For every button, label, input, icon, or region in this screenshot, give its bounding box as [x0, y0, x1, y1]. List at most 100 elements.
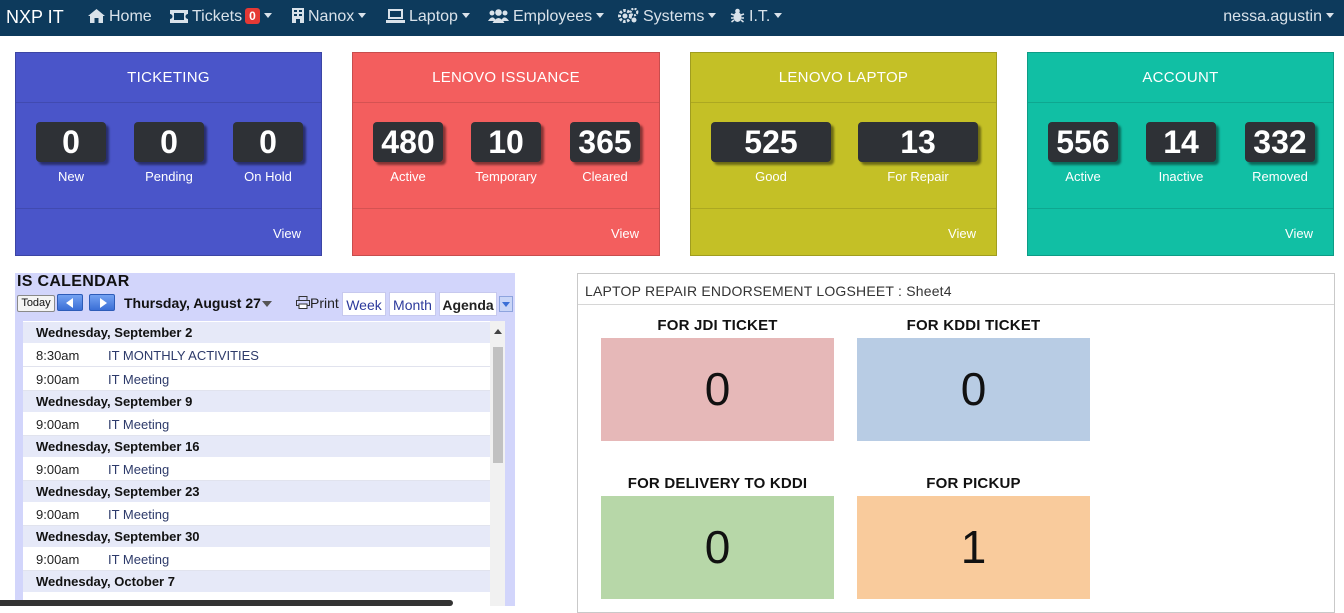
stat-label: Active — [390, 169, 426, 184]
stat-on-hold: 0 On Hold — [233, 122, 303, 184]
view-link[interactable]: View — [611, 226, 639, 241]
print-button[interactable]: Print — [296, 295, 339, 311]
agenda-event[interactable]: 9:00am IT Meeting — [23, 458, 490, 481]
nav-home[interactable]: Home — [88, 8, 152, 28]
panel-stats: 525 Good 13 For Repair — [691, 103, 996, 209]
scroll-up-arrow-icon[interactable] — [494, 329, 502, 334]
nav-systems[interactable]: Systems — [618, 7, 717, 28]
nav-systems-label: Systems — [643, 8, 705, 25]
panel-account: ACCOUNT 556 Active 14 Inactive 332 Remov… — [1027, 52, 1334, 256]
agenda-event[interactable]: 9:00am IT Meeting — [23, 368, 490, 391]
agenda-event[interactable]: 9:00am IT Meeting — [23, 548, 490, 571]
top-navbar: NXP IT Home Tickets 0 Nanox Laptop Employ… — [0, 0, 1344, 36]
event-title[interactable]: IT Meeting — [108, 548, 169, 571]
tickets-count-badge: 0 — [245, 8, 260, 24]
arrow-right-icon — [100, 298, 107, 308]
event-time: 9:00am — [36, 552, 80, 567]
event-title[interactable]: IT Meeting — [108, 503, 169, 526]
view-link[interactable]: View — [948, 226, 976, 241]
box-for-pickup: 1 — [857, 496, 1090, 599]
today-button[interactable]: Today — [17, 295, 55, 312]
event-title[interactable]: IT Meeting — [108, 458, 169, 481]
next-button[interactable] — [89, 294, 115, 311]
stat-value: 14 — [1146, 122, 1216, 162]
box-delivery-kddi: 0 — [601, 496, 834, 599]
nav-employees[interactable]: Employees — [488, 8, 605, 28]
home-icon — [88, 9, 105, 28]
panel-footer: View — [1028, 209, 1333, 257]
tab-week[interactable]: Week — [342, 292, 386, 316]
panel-footer: View — [691, 209, 996, 257]
current-date: Thursday, August 27 — [124, 295, 261, 311]
nav-nanox[interactable]: Nanox — [292, 8, 367, 28]
agenda-day-header: Wednesday, September 30 — [23, 526, 490, 548]
panel-footer: View — [16, 209, 321, 257]
box-label-kddi: FOR KDDI TICKET — [906, 317, 1041, 334]
logsheet-header: LAPTOP REPAIR ENDORSEMENT LOGSHEET : She… — [578, 274, 1334, 305]
nav-tickets[interactable]: Tickets 0 — [170, 8, 272, 28]
printer-icon — [296, 296, 310, 309]
nav-home-label: Home — [109, 8, 152, 25]
stat-value: 0 — [134, 122, 204, 162]
nav-it[interactable]: I.T. — [730, 8, 783, 28]
logsheet-title: LAPTOP REPAIR ENDORSEMENT LOGSHEET : She… — [585, 283, 952, 299]
chevron-down-icon — [596, 13, 605, 18]
brand-logo[interactable]: NXP IT — [6, 7, 64, 28]
agenda-event[interactable]: 9:00am IT Meeting — [23, 413, 490, 436]
box-kddi-ticket: 0 — [857, 338, 1090, 441]
agenda-day-header: Wednesday, October 7 — [23, 571, 490, 593]
nav-laptop[interactable]: Laptop — [386, 8, 470, 28]
view-dropdown-icon[interactable] — [499, 296, 513, 312]
agenda-event[interactable]: 9:00am IT Meeting — [23, 503, 490, 526]
stat-for-repair: 13 For Repair — [858, 122, 978, 184]
event-time: 9:00am — [36, 462, 80, 477]
view-link[interactable]: View — [273, 226, 301, 241]
event-title[interactable]: IT Meeting — [108, 368, 169, 391]
panel-ticketing: TICKETING 0 New 0 Pending 0 On Hold View — [15, 52, 322, 256]
panel-footer: View — [353, 209, 659, 257]
view-link[interactable]: View — [1285, 226, 1313, 241]
prev-button[interactable] — [57, 294, 83, 311]
stat-label: Inactive — [1158, 169, 1204, 184]
user-name: nessa.agustin — [1223, 8, 1322, 25]
date-picker-caret-icon[interactable] — [262, 301, 272, 307]
panel-stats: 480 Active 10 Temporary 365 Cleared — [353, 103, 659, 209]
stat-label: Temporary — [475, 169, 537, 184]
arrow-left-icon — [66, 298, 73, 308]
agenda-day-header: Wednesday, September 9 — [23, 391, 490, 413]
building-icon — [292, 8, 304, 28]
event-time: 8:30am — [36, 348, 80, 363]
bug-icon — [730, 8, 745, 28]
tab-month[interactable]: Month — [389, 292, 436, 316]
stat-label: Pending — [145, 169, 193, 184]
agenda-scrollbar[interactable] — [490, 321, 505, 606]
ticket-icon — [170, 10, 188, 28]
panel-lenovo-issuance: LENOVO ISSUANCE 480 Active 10 Temporary … — [352, 52, 660, 256]
stat-label: On Hold — [244, 169, 292, 184]
nav-tickets-label: Tickets — [192, 8, 243, 25]
stat-inactive: 14 Inactive — [1146, 122, 1216, 184]
stat-value: 13 — [858, 122, 978, 162]
gears-icon — [618, 7, 639, 28]
event-title[interactable]: IT MONTHLY ACTIVITIES — [108, 344, 259, 367]
stat-label: Active — [1065, 169, 1101, 184]
nav-employees-label: Employees — [513, 8, 593, 25]
user-menu[interactable]: nessa.agustin — [1223, 8, 1334, 26]
chevron-down-icon — [263, 13, 272, 18]
agenda-day-header: Wednesday, September 2 — [23, 322, 490, 344]
event-title[interactable]: IT Meeting — [108, 413, 169, 436]
users-icon — [488, 9, 509, 28]
agenda-event[interactable]: 8:30am IT MONTHLY ACTIVITIES — [23, 344, 490, 367]
event-time: 9:00am — [36, 507, 80, 522]
chevron-down-icon — [708, 13, 717, 18]
box-label-delivery: FOR DELIVERY TO KDDI — [627, 475, 808, 492]
horizontal-scrollbar[interactable] — [0, 600, 453, 606]
calendar-title: IS CALENDAR — [17, 273, 130, 290]
stat-cleared: 365 Cleared — [570, 122, 640, 184]
tab-agenda[interactable]: Agenda — [439, 292, 497, 316]
box-label-pickup: FOR PICKUP — [926, 475, 1021, 492]
scrollbar-thumb[interactable] — [493, 347, 503, 463]
stat-label: New — [57, 169, 84, 184]
agenda-list: Wednesday, September 2 8:30am IT MONTHLY… — [23, 321, 505, 606]
stat-value: 365 — [570, 122, 640, 162]
